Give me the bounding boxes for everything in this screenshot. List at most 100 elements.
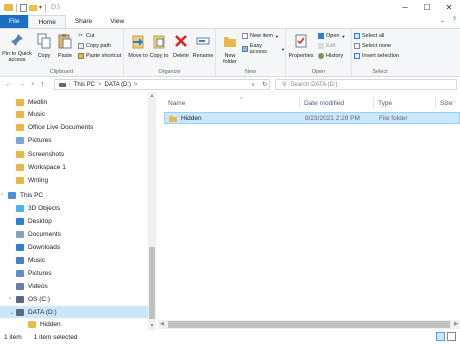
select-none-icon bbox=[354, 43, 360, 49]
search-box[interactable]: ⚲ Search DATA (D:) bbox=[275, 79, 457, 90]
paste-button[interactable]: Paste bbox=[55, 33, 75, 59]
maximize-button[interactable]: ☐ bbox=[416, 0, 438, 15]
sidebar-item[interactable]: Pictures bbox=[0, 134, 148, 146]
edit-button[interactable]: Edit bbox=[318, 43, 335, 49]
paste-shortcut-button[interactable]: Paste shortcut bbox=[78, 53, 121, 59]
pin-to-quick-access-button[interactable]: Pin to Quick access bbox=[2, 33, 32, 63]
sidebar-item[interactable]: Hidden bbox=[0, 318, 148, 330]
copy-path-label: Copy path bbox=[86, 43, 112, 49]
open-label: Open bbox=[326, 33, 340, 39]
new-folder-icon[interactable] bbox=[29, 4, 37, 11]
select-all-button[interactable]: Select all bbox=[354, 33, 384, 39]
sidebar-item[interactable]: Office Live Documents bbox=[0, 121, 148, 133]
chevron-right-icon[interactable]: › bbox=[9, 296, 11, 302]
sidebar-item[interactable]: 3D Objects bbox=[0, 202, 148, 214]
sidebar-item[interactable]: › This PC bbox=[0, 189, 148, 201]
large-icons-view-button[interactable] bbox=[447, 332, 456, 341]
sidebar-item-label: DATA (D:) bbox=[28, 308, 57, 316]
sidebar-item[interactable]: Downloads bbox=[0, 241, 148, 253]
move-to-button[interactable]: Move to bbox=[128, 33, 148, 59]
sidebar-item[interactable]: Music bbox=[0, 108, 148, 120]
select-none-button[interactable]: Select none bbox=[354, 43, 391, 49]
new-folder-button[interactable]: New folder bbox=[219, 33, 241, 65]
horizontal-scrollbar[interactable]: ◀ ▶ bbox=[158, 320, 460, 329]
sidebar-item[interactable]: Documents bbox=[0, 228, 148, 240]
breadcrumb-separator[interactable]: > bbox=[98, 82, 102, 88]
scroll-left-icon[interactable]: ◀ bbox=[160, 321, 164, 327]
column-header-date-modified[interactable]: Date modified bbox=[300, 97, 374, 109]
sidebar-item[interactable]: Desktop bbox=[0, 215, 148, 227]
delete-button[interactable]: Delete bbox=[171, 33, 191, 59]
scrollbar-thumb[interactable] bbox=[149, 247, 155, 319]
refresh-icon[interactable]: ↻ bbox=[262, 81, 267, 88]
select-none-label: Select none bbox=[362, 43, 392, 49]
properties-icon bbox=[295, 34, 307, 48]
navigation-pane: Medlin Music Office Live Documents Pictures… bbox=[0, 92, 156, 330]
help-icon[interactable]: ? bbox=[453, 17, 456, 24]
column-header-type[interactable]: Type bbox=[374, 97, 436, 109]
sort-arrow-icon: ^ bbox=[240, 97, 243, 103]
sidebar-item[interactable]: ⌄ DATA (D:) bbox=[0, 306, 148, 318]
customize-toolbar-icon[interactable]: ▾ bbox=[39, 4, 42, 11]
chevron-right-icon[interactable]: › bbox=[1, 192, 3, 198]
properties-icon[interactable] bbox=[20, 3, 27, 12]
column-header-name[interactable]: ^ Name bbox=[164, 97, 300, 109]
column-header-size[interactable]: Size bbox=[436, 97, 460, 109]
copy-button[interactable]: Copy bbox=[34, 33, 54, 59]
easy-access-label: Easy access bbox=[249, 43, 267, 55]
breadcrumb-separator[interactable]: > bbox=[134, 82, 138, 88]
sidebar-item[interactable]: Writing bbox=[0, 174, 148, 186]
scroll-right-icon[interactable]: ▶ bbox=[454, 321, 458, 327]
sidebar-item[interactable]: Videos bbox=[0, 280, 148, 292]
tab-home[interactable]: Home bbox=[28, 15, 66, 28]
history-button[interactable]: History bbox=[318, 53, 343, 59]
close-button[interactable]: ✕ bbox=[438, 0, 460, 15]
properties-button[interactable]: Properties bbox=[288, 33, 314, 59]
copy-path-button[interactable]: Copy path bbox=[78, 43, 111, 49]
new-item-label: New item bbox=[250, 33, 273, 39]
collapse-ribbon-icon[interactable]: ⌄ bbox=[440, 17, 445, 24]
search-input[interactable]: Search DATA (D:) bbox=[290, 82, 337, 88]
open-group-label: Open bbox=[311, 69, 326, 75]
sidebar-item[interactable]: Music bbox=[0, 254, 148, 266]
sidebar-item[interactable]: Screenshots bbox=[0, 148, 148, 160]
paste-label: Paste bbox=[57, 53, 73, 59]
tab-view[interactable]: View bbox=[101, 15, 133, 28]
sidebar-item[interactable]: Pictures bbox=[0, 267, 148, 279]
recent-locations-button[interactable]: ∨ bbox=[31, 81, 35, 88]
sidebar-item-label: OS (C:) bbox=[28, 295, 51, 303]
sidebar-item[interactable]: Medlin bbox=[0, 96, 148, 108]
details-view-button[interactable] bbox=[436, 332, 445, 341]
minimize-button[interactable]: ─ bbox=[394, 0, 416, 15]
new-item-button[interactable]: New item ▼ bbox=[242, 33, 279, 39]
copy-to-button[interactable]: Copy to bbox=[149, 33, 169, 59]
nav-pane-scrollbar[interactable]: ▲ ▼ bbox=[148, 92, 156, 330]
breadcrumb-data-d[interactable]: DATA (D:) bbox=[105, 82, 131, 88]
organize-group-label: Organize bbox=[158, 69, 181, 75]
scroll-down-icon[interactable]: ▼ bbox=[148, 322, 156, 330]
tab-share[interactable]: Share bbox=[66, 15, 101, 28]
easy-access-button[interactable]: Easy access ▼ bbox=[242, 43, 285, 55]
breadcrumb-this-pc[interactable]: This PC bbox=[74, 82, 95, 88]
scroll-up-icon[interactable]: ▲ bbox=[148, 92, 156, 100]
scrollbar-thumb[interactable] bbox=[168, 321, 450, 328]
tab-file[interactable]: File bbox=[0, 15, 29, 28]
up-button[interactable]: ↑ bbox=[41, 81, 45, 88]
address-bar[interactable]: › This PC > DATA (D:) > ∨ ↻ bbox=[54, 79, 270, 90]
rename-button[interactable]: Rename bbox=[192, 33, 214, 59]
sidebar-item[interactable]: › OS (C:) bbox=[0, 293, 148, 305]
sidebar-item[interactable]: Workspace 1 bbox=[0, 161, 148, 173]
new-item-icon bbox=[242, 33, 248, 39]
invert-selection-button[interactable]: Invert selection bbox=[354, 53, 399, 59]
address-dropdown-icon[interactable]: ∨ bbox=[251, 82, 255, 88]
folder-icon bbox=[169, 116, 177, 124]
drive-icon bbox=[16, 308, 24, 316]
paste-shortcut-icon bbox=[78, 53, 84, 59]
back-button[interactable]: ← bbox=[5, 81, 12, 88]
chevron-down-icon[interactable]: ⌄ bbox=[9, 309, 14, 316]
forward-button[interactable]: → bbox=[18, 81, 25, 88]
cut-button[interactable]: ✂ Cut bbox=[78, 33, 95, 39]
open-button[interactable]: Open ▼ bbox=[318, 33, 345, 39]
computer-icon bbox=[8, 191, 16, 199]
table-row[interactable]: Hidden 8/23/2021 2:29 PM File folder bbox=[164, 112, 460, 124]
